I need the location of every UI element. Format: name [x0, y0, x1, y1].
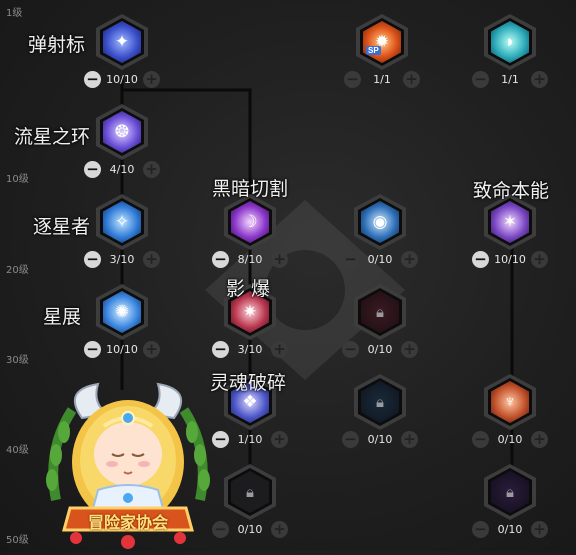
- guild-logo-banner-text: 冒险家协会: [87, 513, 168, 532]
- increase-button[interactable]: +: [530, 520, 548, 538]
- increase-button[interactable]: +: [400, 340, 418, 358]
- skill-name: 影 爆: [226, 278, 271, 300]
- skill-name: 星展: [43, 306, 82, 328]
- skill-level: 3/10: [109, 252, 135, 266]
- increase-button[interactable]: +: [270, 340, 288, 358]
- skill-level: 1/1: [373, 72, 391, 86]
- decrease-button[interactable]: −: [84, 340, 101, 358]
- decrease-button[interactable]: −: [472, 520, 489, 538]
- skill-slot[interactable]: ✦ − 10/10 +: [72, 10, 172, 90]
- decrease-button[interactable]: −: [472, 70, 489, 88]
- decrease-button[interactable]: −: [212, 430, 229, 448]
- blue-vortex-icon: ◉: [361, 201, 399, 243]
- lock-icon: 🔒︎: [361, 291, 399, 333]
- sp-fire-icon: ✹: [363, 21, 401, 63]
- increase-button[interactable]: +: [270, 250, 288, 268]
- increase-button[interactable]: +: [270, 520, 288, 538]
- skill-slot[interactable]: 🔒︎ − 0/10 +: [460, 460, 560, 540]
- skill-slot[interactable]: 🔒︎ − 0/10 +: [330, 280, 430, 360]
- cyan-shield-icon: ◗: [491, 21, 529, 63]
- decrease-button[interactable]: −: [344, 70, 361, 88]
- increase-button[interactable]: +: [270, 430, 288, 448]
- skill-level: 0/10: [237, 522, 263, 536]
- skill-slot[interactable]: ♆ − 0/10 +: [460, 370, 560, 450]
- skill-level: 0/10: [367, 252, 393, 266]
- skill-slot[interactable]: ☽ − 8/10 +: [200, 190, 300, 270]
- skill-name: 致命本能: [473, 180, 550, 202]
- guild-logo: 冒险家协会: [42, 380, 214, 550]
- skill-level: 10/10: [106, 72, 138, 86]
- sp-badge: SP: [366, 46, 381, 55]
- increase-button[interactable]: +: [530, 430, 548, 448]
- skill-level: 0/10: [497, 432, 523, 446]
- decrease-button[interactable]: −: [84, 160, 101, 178]
- fatal-instinct-icon: ✶: [491, 201, 529, 243]
- decrease-button[interactable]: −: [472, 250, 489, 268]
- skill-level: 0/10: [367, 342, 393, 356]
- lock-icon: 🔒︎: [231, 471, 269, 513]
- increase-button[interactable]: +: [400, 430, 418, 448]
- skill-level: 0/10: [497, 522, 523, 536]
- skill-level: 8/10: [237, 252, 263, 266]
- increase-button[interactable]: +: [402, 70, 420, 88]
- dart-star-icon: ✦: [103, 21, 141, 63]
- skill-slot[interactable]: 🔒︎ − 0/10 +: [330, 370, 430, 450]
- decrease-button[interactable]: −: [212, 520, 229, 538]
- skill-level: 1/10: [237, 432, 263, 446]
- increase-button[interactable]: +: [142, 160, 160, 178]
- skill-name: 灵魂破碎: [210, 372, 287, 394]
- skill-slot[interactable]: ✺ − 10/10 +: [72, 280, 172, 360]
- increase-button[interactable]: +: [530, 250, 548, 268]
- skill-name: 弹射标: [28, 34, 86, 56]
- skill-name: 逐星者: [33, 216, 91, 238]
- decrease-button[interactable]: −: [342, 250, 359, 268]
- increase-button[interactable]: +: [530, 70, 548, 88]
- star-chaser-icon: ✧: [103, 201, 141, 243]
- decrease-button[interactable]: −: [212, 340, 229, 358]
- skill-level: 1/1: [501, 72, 519, 86]
- skill-level: 4/10: [109, 162, 135, 176]
- increase-button[interactable]: +: [142, 70, 160, 88]
- skill-level: 10/10: [106, 342, 138, 356]
- increase-button[interactable]: +: [142, 340, 160, 358]
- star-burst-icon: ✺: [103, 291, 141, 333]
- skill-slot[interactable]: ◗ − 1/1 +: [460, 10, 560, 90]
- skill-name: 流星之环: [14, 126, 91, 148]
- lock-icon: 🔒︎: [361, 381, 399, 423]
- lock-icon: 🔒︎: [491, 471, 529, 513]
- dark-cut-icon: ☽: [231, 201, 269, 243]
- orange-figure-icon: ♆: [491, 381, 529, 423]
- decrease-button[interactable]: −: [342, 340, 359, 358]
- skill-level: 3/10: [237, 342, 263, 356]
- skill-level: 0/10: [367, 432, 393, 446]
- decrease-button[interactable]: −: [84, 250, 101, 268]
- increase-button[interactable]: +: [142, 250, 160, 268]
- decrease-button[interactable]: −: [342, 430, 359, 448]
- skill-slot[interactable]: ◉ − 0/10 +: [330, 190, 430, 270]
- skill-name: 黑暗切割: [212, 178, 289, 200]
- meteor-ring-icon: ❂: [103, 111, 141, 153]
- decrease-button[interactable]: −: [472, 430, 489, 448]
- decrease-button[interactable]: −: [84, 70, 101, 88]
- skill-slot[interactable]: ✹ SP − 1/1 +: [332, 10, 432, 90]
- skill-slot[interactable]: 🔒︎ − 0/10 +: [200, 460, 300, 540]
- decrease-button[interactable]: −: [212, 250, 229, 268]
- increase-button[interactable]: +: [400, 250, 418, 268]
- skill-level: 10/10: [494, 252, 526, 266]
